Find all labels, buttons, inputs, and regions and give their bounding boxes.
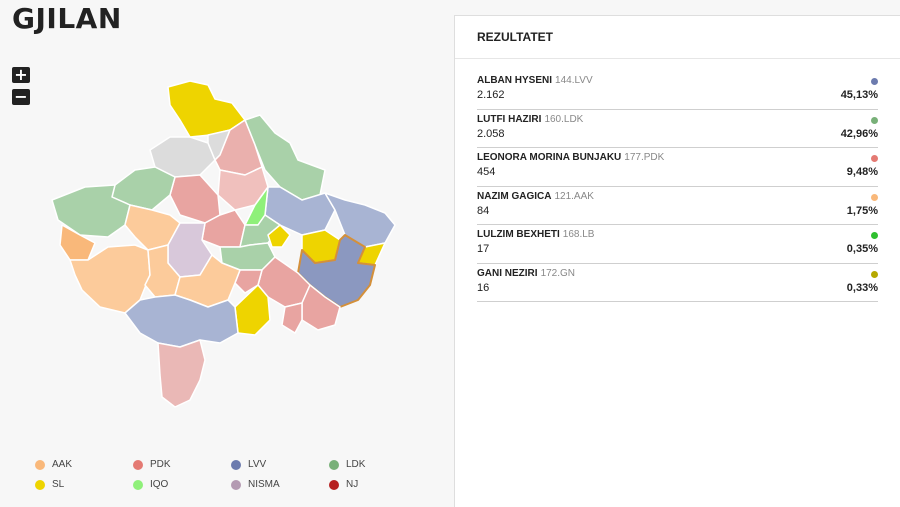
candidate-votes: 16 bbox=[477, 281, 490, 294]
legend-item-lvv: LVV bbox=[231, 459, 266, 470]
candidate-percent: 42,96% bbox=[840, 127, 878, 140]
municipality-skenderaj[interactable] bbox=[169, 174, 221, 224]
legend-dot-icon bbox=[35, 479, 45, 490]
results-panel: REZULTATET ALBAN HYSENI 144.LVV 2.162 45,… bbox=[454, 15, 900, 507]
party-color-dot-icon bbox=[871, 193, 878, 201]
legend-dot-icon bbox=[329, 479, 339, 490]
candidate-votes: 84 bbox=[477, 204, 490, 217]
kosovo-municipalities-map bbox=[51, 80, 396, 408]
candidate-percent: 1,75% bbox=[846, 204, 878, 217]
page-title: GJILAN bbox=[12, 2, 122, 35]
party-color-dot-icon bbox=[871, 78, 878, 85]
municipality-kacanik[interactable] bbox=[234, 284, 271, 336]
legend-item-nisma: NISMA bbox=[231, 479, 280, 490]
candidate-party: 144.LVV bbox=[555, 75, 593, 86]
candidate-percent: 45,13% bbox=[840, 89, 878, 101]
legend-item-ldk: LDK bbox=[329, 459, 365, 470]
legend-item-sl: SL bbox=[35, 479, 64, 490]
candidate-name: NAZIM GAGICA bbox=[477, 190, 552, 202]
result-row: NAZIM GAGICA 121.AAK 84 1,75% bbox=[477, 187, 878, 225]
legend-dot-icon bbox=[231, 459, 241, 470]
municipality-prizren[interactable] bbox=[124, 294, 239, 348]
candidate-name: LEONORA MORINA BUNJAKU bbox=[477, 152, 622, 163]
candidate-votes: 2.058 bbox=[477, 127, 505, 140]
result-row: LULZIM BEXHETI 168.LB 17 0,35% bbox=[477, 225, 878, 264]
candidate-name: LULZIM BEXHETI bbox=[477, 229, 560, 240]
party-color-dot-icon bbox=[871, 116, 878, 124]
legend-dot-icon bbox=[133, 479, 143, 490]
legend-item-iqo: IQO bbox=[133, 479, 168, 490]
legend-dot-icon bbox=[231, 479, 241, 490]
municipality-dragash[interactable] bbox=[157, 339, 206, 408]
candidate-name: ALBAN HYSENI bbox=[477, 75, 553, 86]
result-row: GANI NEZIRI 172.GN 16 0,33% bbox=[477, 264, 878, 302]
legend-dot-icon bbox=[35, 459, 45, 470]
results-title: REZULTATET bbox=[455, 16, 900, 59]
candidate-party: 177.PDK bbox=[624, 152, 665, 163]
candidate-percent: 9,48% bbox=[846, 166, 878, 178]
legend-item-nj: NJ bbox=[329, 479, 358, 490]
candidate-votes: 2.162 bbox=[477, 89, 505, 101]
party-color-dot-icon bbox=[871, 232, 878, 239]
legend-item-pdk: PDK bbox=[133, 459, 171, 470]
candidate-percent: 0,33% bbox=[846, 281, 878, 294]
result-row: ALBAN HYSENI 144.LVV 2.162 45,13% bbox=[477, 71, 878, 110]
candidate-votes: 17 bbox=[477, 243, 490, 255]
candidate-party: 121.AAK bbox=[554, 190, 594, 202]
candidate-party: 172.GN bbox=[540, 267, 576, 279]
candidate-name: GANI NEZIRI bbox=[477, 267, 538, 279]
result-row: LUTFI HAZIRI 160.LDK 2.058 42,96% bbox=[477, 110, 878, 148]
zoom-in-button[interactable]: + bbox=[12, 67, 30, 83]
municipality-hani-elezit[interactable] bbox=[281, 302, 303, 334]
results-list: ALBAN HYSENI 144.LVV 2.162 45,13% LUTFI H… bbox=[455, 71, 900, 302]
zoom-out-button[interactable]: − bbox=[12, 89, 30, 105]
candidate-party: 160.LDK bbox=[544, 113, 584, 125]
candidate-name: LUTFI HAZIRI bbox=[477, 113, 542, 125]
result-row: LEONORA MORINA BUNJAKU 177.PDK 454 9,48% bbox=[477, 148, 878, 187]
party-color-dot-icon bbox=[871, 270, 878, 278]
candidate-percent: 0,35% bbox=[846, 243, 878, 255]
candidate-party: 168.LB bbox=[562, 229, 595, 240]
legend-dot-icon bbox=[329, 459, 339, 470]
legend-item-aak: AAK bbox=[35, 459, 72, 470]
party-color-dot-icon bbox=[871, 155, 878, 162]
candidate-votes: 454 bbox=[477, 166, 496, 178]
legend-dot-icon bbox=[133, 459, 143, 470]
